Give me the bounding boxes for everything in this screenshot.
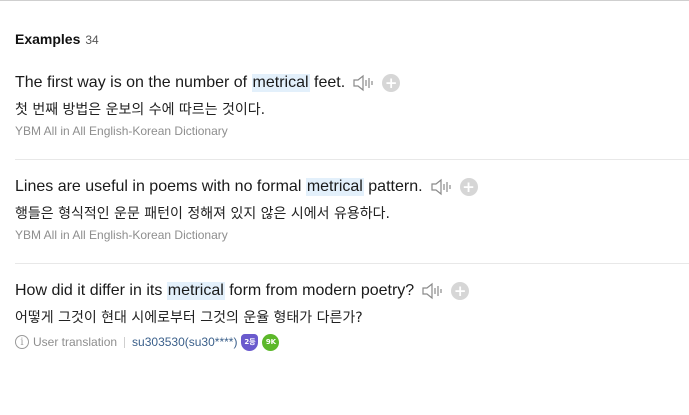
divider — [15, 159, 689, 160]
example-item: How did it differ in its metrical form f… — [15, 280, 689, 352]
example-korean-translation: 첫 번째 방법은 운보의 수에 따르는 것이다. — [15, 102, 266, 118]
add-to-wordbook-plus-icon[interactable]: + — [451, 282, 470, 300]
examples-count: 34 — [85, 33, 99, 47]
example-source: YBM All in All English-Korean Dictionary — [15, 228, 228, 242]
info-icon[interactable]: i — [15, 335, 29, 349]
highlighted-keyword: metrical — [251, 74, 310, 92]
sentence-text: How did it differ in its — [15, 282, 167, 299]
highlighted-keyword: metrical — [305, 178, 364, 196]
example-korean-translation: 어떻게 그것이 현대 시에로부터 그것의 운율 형태가 다른가? — [15, 310, 363, 326]
example-source: YBM All in All English-Korean Dictionary — [15, 124, 228, 138]
user-name-link[interactable]: su303530(su30****) — [132, 335, 237, 349]
divider — [15, 263, 689, 264]
rank-shield-badge-icon: 2등 — [241, 333, 259, 351]
top-border — [0, 0, 689, 1]
example-english-sentence: How did it differ in its metrical form f… — [15, 280, 689, 302]
add-to-wordbook-plus-icon[interactable]: + — [459, 178, 478, 196]
sentence-text: feet. — [309, 74, 346, 91]
example-item: Lines are useful in poems with no formal… — [15, 176, 689, 242]
example-korean-translation: 행들은 형식적인 운문 패턴이 정해져 있지 않은 시에서 유용하다. — [15, 206, 390, 222]
sentence-text: The first way is on the number of — [15, 74, 252, 91]
speaker-icon[interactable] — [352, 73, 376, 93]
example-english-sentence: Lines are useful in poems with no formal… — [15, 176, 689, 198]
separator — [124, 336, 126, 348]
example-item: The first way is on the number of metric… — [15, 72, 689, 138]
sentence-text: form from modern poetry? — [224, 282, 415, 299]
speaker-icon[interactable] — [430, 177, 454, 197]
sentence-text: Lines are useful in poems with no formal — [15, 178, 306, 195]
sentence-text: pattern. — [363, 178, 423, 195]
user-translation-label: User translation — [33, 335, 118, 349]
add-to-wordbook-plus-icon[interactable]: + — [382, 74, 401, 92]
speaker-icon[interactable] — [421, 281, 445, 301]
example-english-sentence: The first way is on the number of metric… — [15, 72, 689, 94]
examples-header: Examples 34 — [15, 31, 99, 47]
user-translation-row: i User translation su303530(su30****) 2등… — [15, 332, 689, 352]
level-badge-icon: 9K — [262, 333, 280, 351]
examples-title: Examples — [15, 31, 81, 47]
highlighted-keyword: metrical — [166, 282, 225, 300]
